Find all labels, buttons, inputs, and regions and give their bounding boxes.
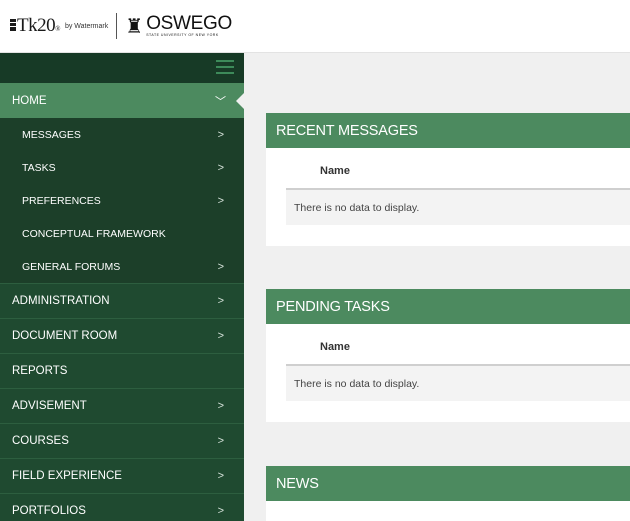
oswego-tower-icon: ♜ [125,15,144,38]
main-content: RECENT MESSAGES Name There is no data to… [266,53,630,521]
watermark-byline: by Watermark [64,22,109,30]
chevron-down-icon: ﹀ [215,95,226,108]
sidebar-subitem-general-forums[interactable]: GENERAL FORUMS > [0,250,244,283]
sidebar-item-label: DOCUMENT ROOM [12,330,118,342]
chevron-right-icon: > [217,128,224,141]
chevron-right-icon: > [217,435,224,447]
sidebar-item-field-experience[interactable]: FIELD EXPERIENCE > [0,458,244,493]
empty-message: There is no data to display. [286,366,630,401]
sidebar-subitem-messages[interactable]: MESSAGES > [0,118,244,151]
university-subtitle: STATE UNIVERSITY OF NEW YORK [146,33,219,38]
sidebar-item-home[interactable]: HOME ﹀ [0,83,244,118]
tk20-brand: Tk20 [17,15,56,36]
tk20-bars-icon [10,19,16,31]
sidebar-item-label: FIELD EXPERIENCE [12,470,122,482]
chevron-right-icon: > [217,470,224,482]
sidebar-item-portfolios[interactable]: PORTFOLIOS > [0,493,244,521]
sidebar-subitem-label: PREFERENCES [22,194,101,207]
sidebar-subitem-conceptual-framework[interactable]: CONCEPTUAL FRAMEWORK [0,217,244,250]
tk20-logo: Tk20 ® [10,15,60,37]
logo-divider [116,13,118,39]
news-panel: NEWS [266,466,630,521]
chevron-right-icon: > [217,260,224,273]
sidebar-item-label: REPORTS [12,365,68,377]
sidebar-item-document-room[interactable]: DOCUMENT ROOM > [0,318,244,353]
pending-tasks-panel: PENDING TASKS Name There is no data to d… [266,289,630,422]
panel-title: PENDING TASKS [266,289,630,324]
sidebar-top [0,53,244,83]
top-header: Tk20 ® by Watermark ♜ OSWEGO STATE UNIVER… [0,0,630,53]
sidebar-item-label: PORTFOLIOS [12,505,86,517]
hamburger-icon[interactable] [216,60,234,74]
empty-message: There is no data to display. [286,190,630,225]
sidebar-item-label: COURSES [12,435,69,447]
sidebar-subitem-label: CONCEPTUAL FRAMEWORK [22,227,166,240]
sidebar-subitem-label: MESSAGES [22,128,81,141]
oswego-logo: ♜ OSWEGO STATE UNIVERSITY OF NEW YORK [125,14,232,39]
sidebar-item-label: HOME [12,94,47,107]
chevron-right-icon: > [217,505,224,517]
sidebar-item-reports[interactable]: REPORTS [0,353,244,388]
chevron-right-icon: > [217,400,224,412]
logo[interactable]: Tk20 ® by Watermark ♜ OSWEGO STATE UNIVER… [0,0,232,53]
sidebar-item-administration[interactable]: ADMINISTRATION > [0,283,244,318]
sidebar-subitem-tasks[interactable]: TASKS > [0,151,244,184]
panel-title: NEWS [266,466,630,501]
sidebar-item-advisement[interactable]: ADVISEMENT > [0,388,244,423]
column-header-name[interactable]: Name [266,148,630,188]
column-header-name[interactable]: Name [266,324,630,364]
sidebar-item-label: ADVISEMENT [12,400,87,412]
sidebar-subitem-label: TASKS [22,161,56,174]
chevron-right-icon: > [217,161,224,174]
chevron-right-icon: > [217,194,224,207]
sidebar-item-courses[interactable]: COURSES > [0,423,244,458]
sidebar-nav: HOME ﹀ MESSAGES > TASKS > PREFERENCES > … [0,53,244,521]
chevron-right-icon: > [217,330,224,342]
recent-messages-panel: RECENT MESSAGES Name There is no data to… [266,113,630,246]
sidebar-subitem-label: GENERAL FORUMS [22,260,121,273]
panel-title: RECENT MESSAGES [266,113,630,148]
sidebar-item-label: ADMINISTRATION [12,295,110,307]
university-name: OSWEGO [146,13,233,35]
sidebar-subitem-preferences[interactable]: PREFERENCES > [0,184,244,217]
chevron-right-icon: > [217,295,224,307]
